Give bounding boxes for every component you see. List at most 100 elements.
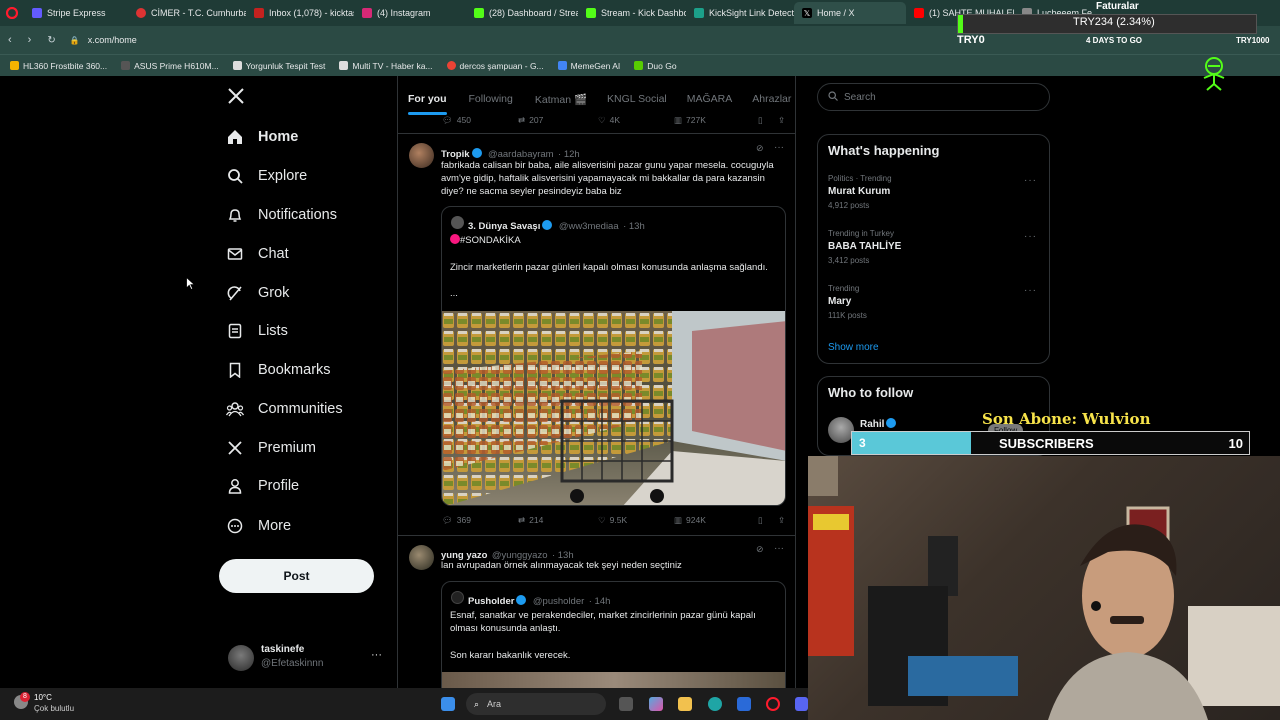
post-button[interactable]: Post <box>219 559 374 593</box>
repost-button[interactable]: ⇄ 207 <box>518 115 598 126</box>
more-dots-icon[interactable]: ··· <box>1024 285 1037 296</box>
tab-kick-stream[interactable]: Stream - Kick Dashboard <box>578 2 686 24</box>
reply-button[interactable]: 💬︎ 450 <box>442 115 518 126</box>
more-dots-icon[interactable]: ··· <box>1024 231 1037 242</box>
tab-x-home[interactable]: 𝕏 Home / X <box>794 2 906 24</box>
bookmark-memegen[interactable]: MemeGen AI <box>557 61 620 71</box>
share-icon[interactable]: ⇪ <box>778 515 785 526</box>
url-field[interactable]: x.com/home <box>88 35 137 45</box>
quote-header: 3. Dünya Savaşı @ww3mediaa · 13h <box>468 216 645 234</box>
edge-icon[interactable] <box>708 697 722 711</box>
nav-more[interactable]: More <box>226 514 291 538</box>
task-view-icon[interactable] <box>619 697 633 711</box>
x-logo-icon: 𝕏 <box>802 8 812 18</box>
taskbar-search[interactable]: ⌕ Ara <box>466 693 606 715</box>
nav-lists[interactable]: Lists <box>226 319 288 343</box>
tab-following[interactable]: Following <box>457 84 525 114</box>
bookmark-yorgunluk[interactable]: Yorgunluk Tespit Test <box>232 61 325 71</box>
store-icon[interactable] <box>737 697 751 711</box>
more-dots-icon[interactable]: ··· <box>774 142 784 153</box>
tab-magara[interactable]: MAĞARA <box>677 84 743 114</box>
bookmark-dercos[interactable]: dercos şampuan - G... <box>446 61 544 71</box>
more-dots-icon[interactable]: ··· <box>1024 175 1037 186</box>
tab-cimer[interactable]: CİMER - T.C. Cumhurbaşk <box>128 2 246 24</box>
instagram-icon <box>362 8 372 18</box>
nav-bookmarks[interactable]: Bookmarks <box>226 358 331 382</box>
weather-desc: Çok bulutlu <box>34 704 75 713</box>
overlay-sub-label: SUBSCRIBERS <box>999 436 1094 451</box>
bookmark-multitv[interactable]: Multi TV - Haber ka... <box>339 61 433 71</box>
quote-header: Pusholder @pusholder · 14h <box>468 591 610 609</box>
discord-icon[interactable] <box>795 697 808 711</box>
tweet[interactable]: Tropik @aardabayram · 12h ⊘ ··· fabrikad… <box>398 134 795 534</box>
overlay-latest-sub: Son Abone: Wulvion <box>982 410 1151 428</box>
kicksight-icon <box>694 8 704 18</box>
bookmark-icon <box>634 61 644 70</box>
copilot-icon[interactable] <box>649 697 663 711</box>
more-dots-icon[interactable]: ··· <box>774 543 784 554</box>
follow-user-name[interactable]: Rahil <box>860 418 898 430</box>
search-input[interactable]: Search <box>844 92 876 103</box>
account-switcher[interactable]: taskinefe @Efetaskinnn ··· <box>226 643 386 673</box>
tab-kicksight[interactable]: KickSight Link Detector <box>686 2 794 24</box>
grok-icon[interactable]: ⊘ <box>756 143 764 154</box>
trend-item[interactable]: Politics · Trending Murat Kurum 4,912 po… <box>828 174 1038 210</box>
nav-notifications[interactable]: Notifications <box>226 203 337 227</box>
bookmark-icon[interactable]: ▯ <box>758 115 778 126</box>
opera-logo-icon[interactable] <box>0 2 24 24</box>
verified-badge-icon <box>471 148 482 158</box>
tab-gmail[interactable]: Inbox (1,078) - kicktaskin <box>246 2 354 24</box>
nav-premium[interactable]: Premium <box>226 436 316 460</box>
account-name: taskinefe <box>261 644 305 655</box>
feed-tabs: For you Following Katman 🎬 KNGL Social M… <box>398 84 795 118</box>
quoted-tweet[interactable]: Pusholder @pusholder · 14h Esnaf, sanatk… <box>441 581 786 688</box>
tab-for-you[interactable]: For you <box>398 84 457 115</box>
nav-chat[interactable]: Chat <box>226 242 289 266</box>
tab-ahrazlar[interactable]: Ahrazlar <box>742 84 795 114</box>
tab-katman[interactable]: Katman 🎬 <box>525 84 597 114</box>
bookmark-icon[interactable]: ▯ <box>758 515 778 526</box>
search-box[interactable]: Search <box>817 83 1050 111</box>
overlay-sub-goal: 3 SUBSCRIBERS 10 <box>851 431 1250 455</box>
nav-profile[interactable]: Profile <box>226 474 299 498</box>
share-icon[interactable]: ⇪ <box>778 115 785 126</box>
avatar <box>451 216 464 229</box>
repost-button[interactable]: ⇄ 214 <box>518 515 598 526</box>
show-more-link[interactable]: Show more <box>828 342 879 353</box>
tab-kngl-social[interactable]: KNGL Social <box>597 84 677 114</box>
tweet[interactable]: yung yazo @yunggyazo · 13h ⊘ ··· lan avr… <box>398 536 795 688</box>
tab-instagram[interactable]: (4) Instagram <box>354 2 466 24</box>
back-icon[interactable]: ‹ <box>8 34 12 46</box>
bookmarks-bar: HL360 Frostbite 360... ASUS Prime H610M.… <box>0 54 1280 76</box>
stripe-icon <box>32 8 42 18</box>
like-button[interactable]: ♡ 9.5K <box>598 515 674 526</box>
grok-icon[interactable]: ⊘ <box>756 544 764 555</box>
quoted-tweet[interactable]: 3. Dünya Savaşı @ww3mediaa · 13h #SONDAK… <box>441 206 786 506</box>
trend-item[interactable]: Trending Mary 111K posts <box>828 284 1038 320</box>
like-button[interactable]: ♡ 4K <box>598 115 674 126</box>
nav-communities[interactable]: Communities <box>226 397 343 421</box>
prev-tweet-actions: 💬︎ 450 ⇄ 207 ♡ 4K ▥ 727K ▯ ⇪ <box>442 114 787 126</box>
nav-home[interactable]: Home <box>226 125 298 149</box>
tweet-image[interactable] <box>442 672 785 688</box>
bookmark-asus[interactable]: ASUS Prime H610M... <box>121 61 219 71</box>
forward-icon[interactable]: › <box>28 34 32 46</box>
windows-start-icon[interactable] <box>441 697 455 711</box>
nav-grok[interactable]: Grok <box>226 281 289 305</box>
trend-item[interactable]: Trending in Turkey BABA TAHLİYE 3,412 po… <box>828 229 1038 265</box>
reply-button[interactable]: 💬︎ 369 <box>442 515 518 526</box>
opera-icon[interactable] <box>766 697 780 711</box>
tab-stripe[interactable]: Stripe Express <box>24 2 128 24</box>
file-explorer-icon[interactable] <box>678 697 692 711</box>
bookmark-hl360[interactable]: HL360 Frostbite 360... <box>10 61 107 71</box>
x-logo-icon[interactable] <box>227 87 245 110</box>
bookmark-duogo[interactable]: Duo Go <box>634 61 677 71</box>
nav-explore[interactable]: Explore <box>226 164 307 188</box>
mouse-cursor-icon <box>186 276 196 295</box>
reload-icon[interactable]: ↻ <box>47 35 55 46</box>
search-icon <box>828 88 838 106</box>
tab-kick-dashboard[interactable]: (28) Dashboard / Stream <box>466 2 578 24</box>
tweet-image[interactable] <box>442 311 785 505</box>
quote-author-handle: @pusholder <box>532 596 585 607</box>
youtube-icon <box>914 8 924 18</box>
